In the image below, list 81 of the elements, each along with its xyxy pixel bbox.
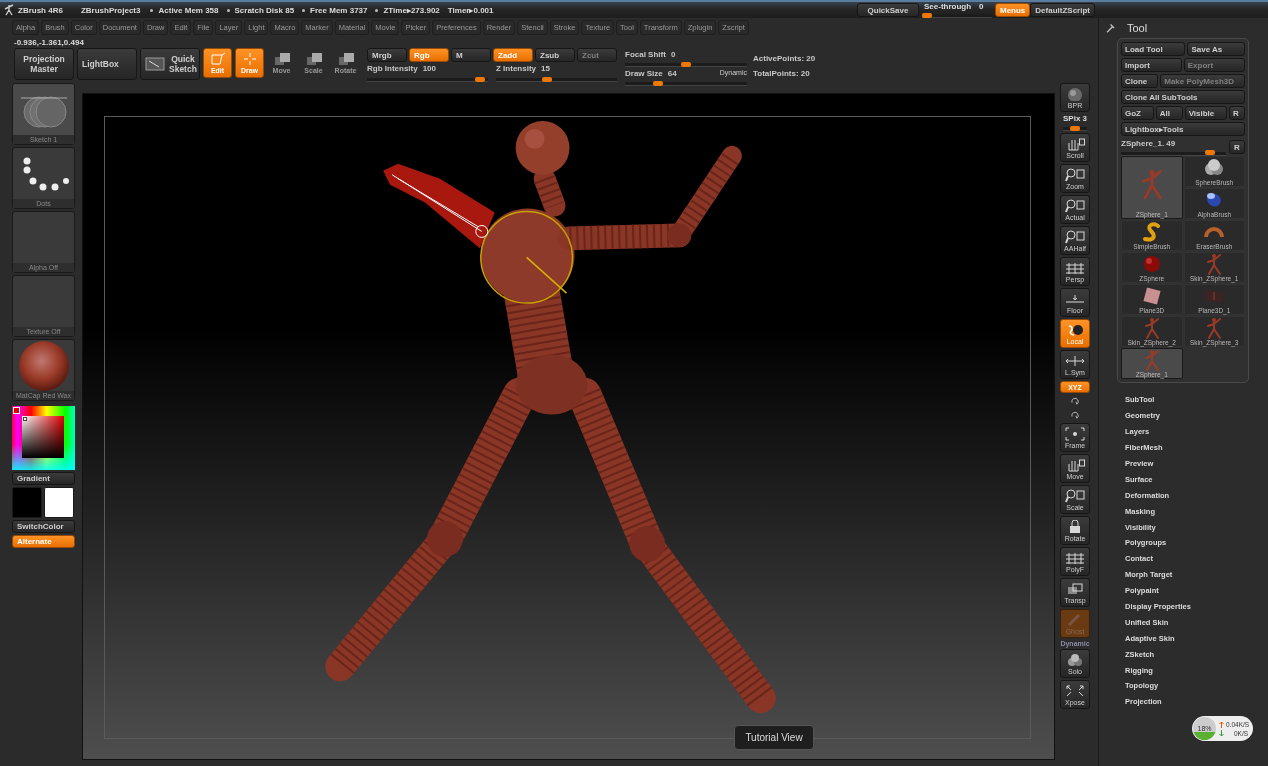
magnifier-icon [1065,488,1085,503]
status-text: Free Mem 3737 [302,5,368,15]
magnifier-icon [1065,229,1085,244]
shelf-button[interactable]: LightBox [77,48,137,80]
slider-label: ZSphere_1. 49 [1121,138,1177,148]
slider-label: Z Intensity [496,64,536,73]
app-title: ZBrush 4R6 [18,5,63,15]
slider-thumb[interactable] [541,76,552,82]
slider-thumb[interactable] [653,80,663,86]
slider-track[interactable] [496,76,617,82]
slider-thumb[interactable] [922,12,932,18]
tool-button[interactable]: Lightbox▸Tools [1121,122,1245,136]
project-name: ZBrushProject3 [80,5,141,15]
see-through-label: See-through [924,2,972,11]
slider-track[interactable] [625,80,747,86]
slider-value: 100 [422,64,437,73]
tool-button[interactable]: GoZ [1121,106,1154,120]
figure-logo-icon [4,4,14,16]
tutorial-view-button[interactable]: Tutorial View [734,725,814,750]
slider-thumb[interactable] [681,61,691,67]
sketch-icon [145,57,165,71]
status-text: Active Mem 358 [150,5,219,15]
mode-button[interactable]: Zsub [535,48,575,62]
down-arrow-icon [1219,729,1224,737]
coordinates-readout: -0.936,-1.361,0.494 [14,37,85,48]
see-through-value: 0 [979,2,984,11]
expand-icon [1065,683,1085,698]
gradient-button[interactable]: Gradient [12,472,75,485]
slider-label: SPix 3 [1063,114,1087,123]
status-text: Scratch Disk 85 [226,5,295,15]
gizmo-drawing[interactable] [391,174,574,304]
grid-icon [1065,550,1085,565]
status-text: ZTime▸273.902 [375,5,440,15]
switch-color-button[interactable]: SwitchColor [12,520,75,533]
tool-button[interactable]: Visible [1184,106,1227,120]
slider-track[interactable] [1121,149,1226,156]
reset-button[interactable]: R [1229,140,1245,154]
squares-icon [1065,581,1085,596]
mode-button[interactable]: Mrgb [367,48,407,62]
color-swatch[interactable] [12,487,42,518]
points-readout: TotalPoints: 20 [753,69,811,78]
frame-icon [1065,426,1085,441]
tool-button[interactable]: Load Tool [1121,42,1186,56]
color-swatch[interactable] [44,487,74,518]
slider-label: Rgb Intensity [367,64,418,73]
points-readout: ActivePoints: 20 [753,54,816,63]
slider-thumb[interactable] [1070,125,1080,131]
palette-title: Tool [1127,22,1148,34]
slider-value: 0 [670,50,676,59]
slider-track[interactable] [367,76,488,82]
sphere-icon [16,340,71,391]
tool-button[interactable]: Clone All SubTools [1121,90,1245,104]
magnifier-icon [1065,167,1085,182]
shelf-button[interactable]: Projection Master [14,48,74,80]
hand-icon [1065,136,1085,151]
symmetry-icon [1065,353,1085,368]
magnifier-icon [1065,198,1085,213]
tool-button[interactable]: All [1155,106,1183,120]
status-text: Timer▸0.001 [447,5,494,15]
slider-value: 64 [667,69,677,78]
script-button[interactable]: DefaultZScript [1030,3,1095,17]
shelf-button[interactable]: Quick Sketch [140,48,200,80]
quicksave-button[interactable]: QuickSave [857,3,919,17]
slider-label: Focal Shift [625,50,666,59]
mode-button[interactable]: M [451,48,491,62]
grid-icon [1065,260,1085,275]
slider-track[interactable] [1063,125,1087,131]
slider-thumb[interactable] [1204,150,1215,155]
tool-button[interactable]: Import [1121,58,1182,72]
spheres-icon [1065,652,1085,667]
tool-button[interactable]: R [1229,106,1245,120]
tool-button[interactable]: Clone [1121,74,1159,88]
hand-icon [1065,457,1085,472]
slider-label: Draw Size [625,69,663,78]
slider-track[interactable] [922,12,992,18]
slider-thumb[interactable] [474,76,485,82]
slider-track[interactable] [625,61,747,67]
color-picker[interactable] [12,406,75,470]
tool-button[interactable]: Save As [1187,42,1245,56]
up-arrow-icon [1219,720,1224,728]
slider-value: 15 [541,64,550,73]
